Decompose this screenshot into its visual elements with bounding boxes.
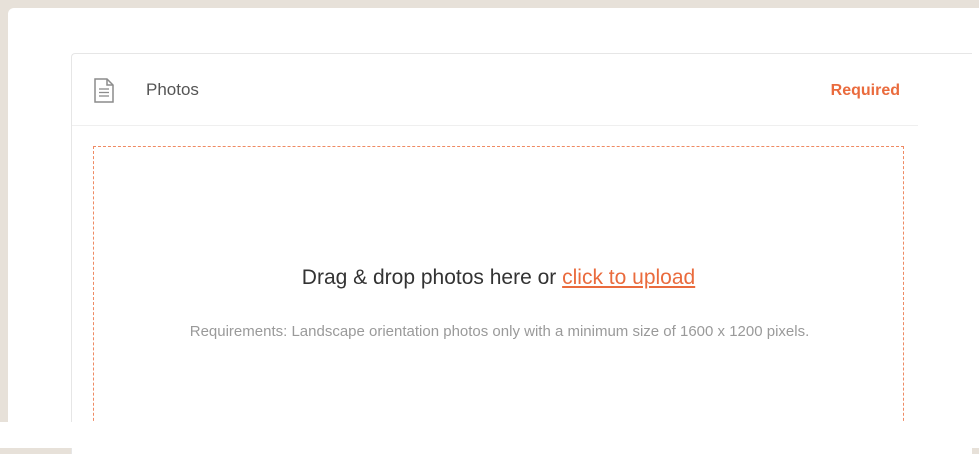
click-to-upload-link[interactable]: click to upload [562,266,695,289]
required-label: Required [830,82,900,99]
panel-title: Photos [146,80,199,99]
dropzone-prompt-line: Drag & drop photos here or click to uplo… [94,266,903,290]
page-bottom-band [0,422,979,448]
document-icon [94,78,114,103]
photo-dropzone[interactable]: Drag & drop photos here or click to uplo… [93,146,904,446]
panel-header: Photos Required [72,54,918,126]
dropzone-prompt: Drag & drop photos here or [301,266,557,289]
upload-requirements: Requirements: Landscape orientation phot… [189,323,810,340]
